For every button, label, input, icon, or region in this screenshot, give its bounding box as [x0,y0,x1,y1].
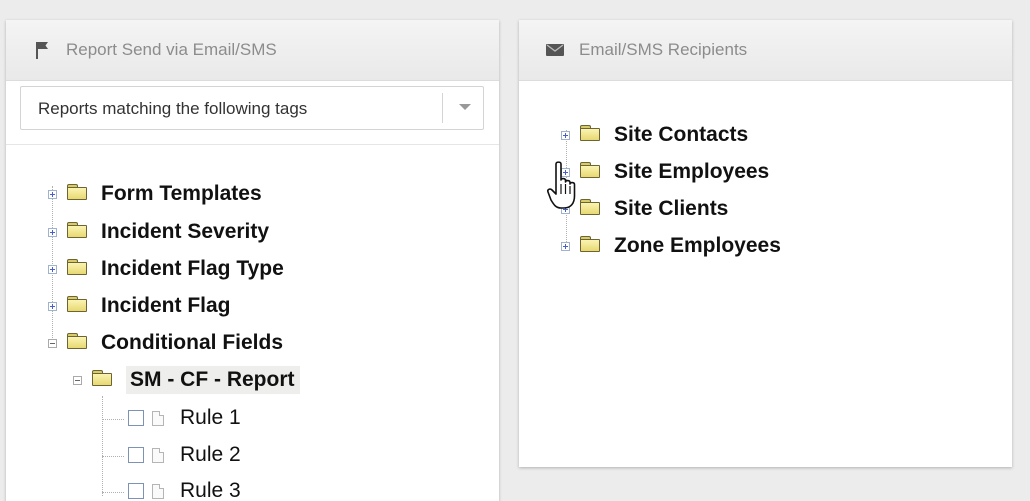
document-icon [152,447,164,463]
tree-guide-line [102,456,124,457]
divider [6,144,499,145]
tree-guide-line [102,492,124,493]
report-send-panel: Report Send via Email/SMS Reports matchi… [6,20,499,501]
tree-node-site-employees[interactable]: Site Employees [561,160,769,184]
tree-node-form-templates[interactable]: Form Templates [48,182,262,206]
tree-node-label[interactable]: Incident Flag [101,294,231,318]
tree-node-incident-severity[interactable]: Incident Severity [48,220,269,244]
folder-icon [67,184,87,200]
folder-icon [580,236,600,252]
tree-guide-line [102,419,124,420]
tree-node-label[interactable]: Site Contacts [614,123,748,147]
folder-icon [67,222,87,238]
folder-icon [580,125,600,141]
tree-node-label[interactable]: Incident Flag Type [101,257,284,281]
select-divider [442,93,443,123]
folder-open-icon [92,370,112,386]
folder-icon [67,296,87,312]
tree-node-label[interactable]: SM - CF - Report [126,366,301,394]
tree-node-label[interactable]: Conditional Fields [101,331,283,355]
tree-node-label[interactable]: Zone Employees [614,234,781,258]
folder-icon [580,199,600,215]
tree-leaf-label[interactable]: Rule 2 [180,443,241,467]
tree-node-zone-employees[interactable]: Zone Employees [561,234,781,258]
report-send-panel-header: Report Send via Email/SMS [6,20,499,81]
tree-node-site-contacts[interactable]: Site Contacts [561,123,748,147]
tree-leaf-rule-1[interactable]: Rule 1 [128,406,241,430]
tree-node-site-clients[interactable]: Site Clients [561,197,728,221]
tree-node-conditional-fields[interactable]: Conditional Fields [48,331,283,355]
hand-pointer-icon [546,160,580,217]
report-filter-select-value: Reports matching the following tags [38,99,308,118]
expand-icon[interactable] [561,241,570,251]
tree-leaf-label[interactable]: Rule 3 [180,479,241,501]
tree-node-label[interactable]: Incident Severity [101,220,269,244]
rule-checkbox[interactable] [128,410,144,426]
tree-guide-line [102,396,103,496]
rule-checkbox[interactable] [128,447,144,463]
recipients-panel: Email/SMS Recipients Site Contacts Site … [519,20,1012,467]
tree-node-label[interactable]: Site Employees [614,160,769,184]
expand-icon[interactable] [48,301,57,311]
expand-icon[interactable] [48,189,57,199]
tree-leaf-rule-2[interactable]: Rule 2 [128,443,241,467]
panel-title: Report Send via Email/SMS [66,40,277,59]
collapse-icon[interactable] [48,338,57,348]
flag-icon [32,40,52,60]
tree-node-incident-flag[interactable]: Incident Flag [48,294,231,318]
recipients-panel-header: Email/SMS Recipients [519,20,1012,81]
report-filter-select[interactable]: Reports matching the following tags [20,86,484,130]
document-icon [152,410,164,426]
expand-icon[interactable] [561,130,570,140]
envelope-icon [545,40,565,60]
document-icon [152,483,164,499]
tree-leaf-rule-3[interactable]: Rule 3 [128,479,241,501]
folder-icon [67,259,87,275]
rule-checkbox[interactable] [128,483,144,499]
expand-icon[interactable] [48,264,57,274]
folder-icon [580,162,600,178]
tree-node-label[interactable]: Form Templates [101,182,262,206]
chevron-down-icon[interactable] [459,104,471,110]
tree-leaf-label[interactable]: Rule 1 [180,406,241,430]
folder-open-icon [67,333,87,349]
tree-node-label[interactable]: Site Clients [614,197,728,221]
tree-node-sm-cf-report[interactable]: SM - CF - Report [73,366,301,394]
tree-node-incident-flag-type[interactable]: Incident Flag Type [48,257,284,281]
panel-title: Email/SMS Recipients [579,40,748,59]
collapse-icon[interactable] [73,375,82,385]
expand-icon[interactable] [48,227,57,237]
